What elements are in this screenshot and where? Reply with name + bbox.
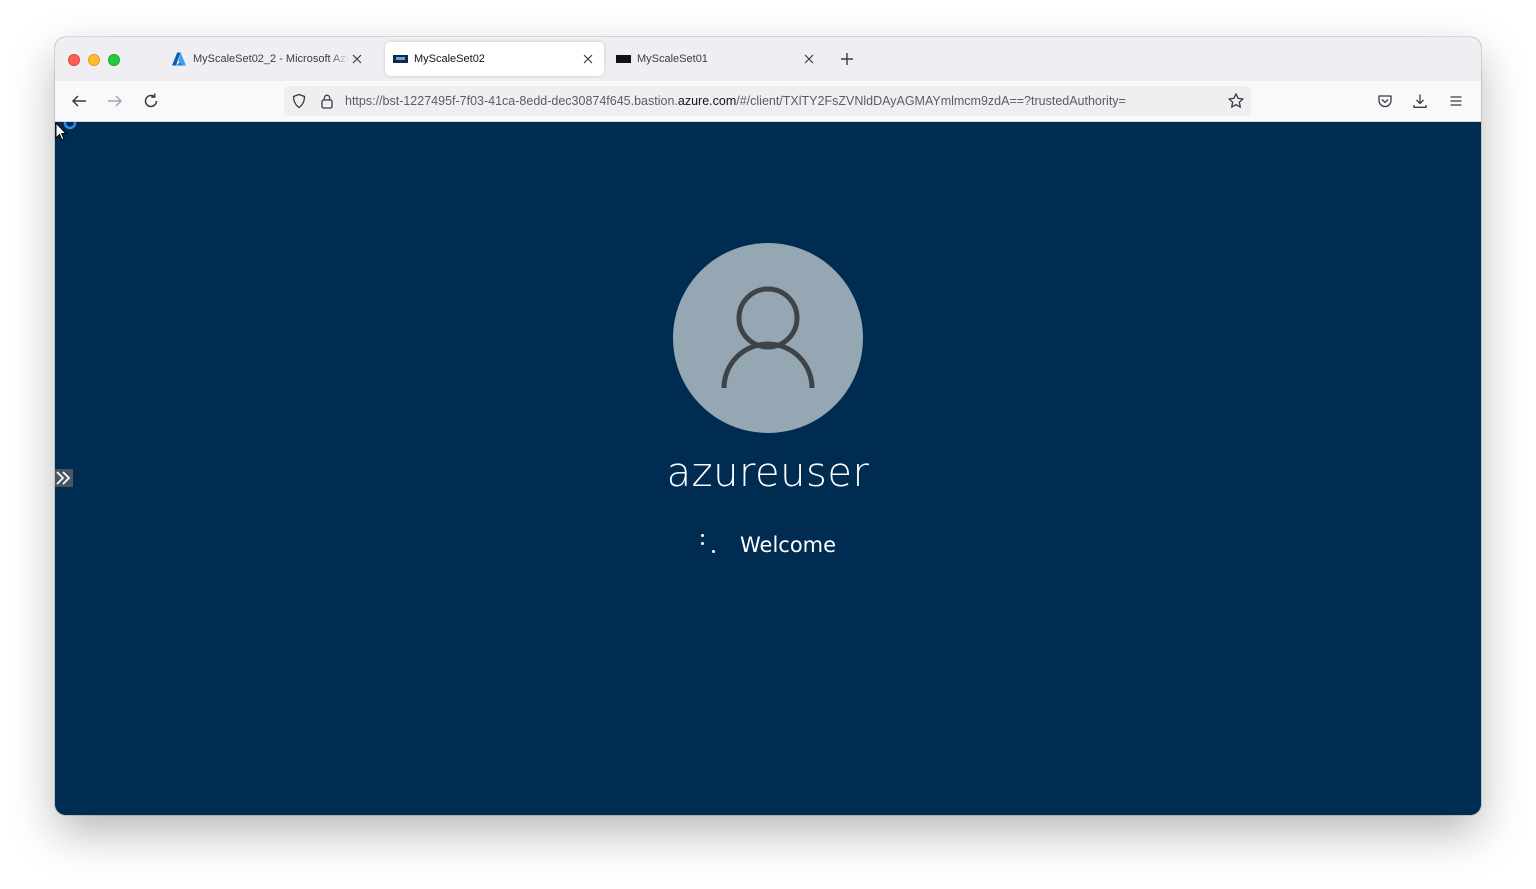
new-tab-icon[interactable] [838,50,856,68]
bastion-session-icon [616,55,631,63]
tab-myscaleset02-2-azure[interactable]: MyScaleSet02_2 - Microsoft Azure [163,42,373,76]
loading-spinner-icon [695,530,719,560]
username-label: azureuser [666,450,870,496]
navigation-toolbar: https://bst-1227495f-7f03-41ca-8edd-dec3… [55,81,1481,122]
downloads-icon[interactable] [1410,91,1430,111]
mouse-cursor-icon [55,122,77,141]
reload-icon[interactable] [141,91,161,111]
pocket-icon[interactable] [1375,91,1395,111]
bastion-session-icon [393,55,408,63]
tab-title: MyScaleSet02_2 - Microsoft Azure [193,53,349,65]
tracking-protection-shield-icon[interactable] [291,93,307,109]
forward-icon[interactable] [105,91,125,111]
tab-myscaleset02[interactable]: MyScaleSet02 [385,42,604,76]
close-tab-icon[interactable] [349,51,365,67]
tab-title: MyScaleSet02 [414,53,485,65]
close-tab-icon[interactable] [801,51,817,67]
url-text[interactable]: https://bst-1227495f-7f03-41ca-8edd-dec3… [345,94,1215,108]
address-bar[interactable]: https://bst-1227495f-7f03-41ca-8edd-dec3… [284,86,1251,116]
close-tab-icon[interactable] [580,51,596,67]
bookmark-star-icon[interactable] [1227,92,1245,110]
minimize-window-button[interactable] [88,54,100,66]
user-avatar [673,243,863,433]
close-window-button[interactable] [68,54,80,66]
url-prefix: https://bst-1227495f-7f03-41ca-8edd-dec3… [345,94,678,108]
menu-icon[interactable] [1446,91,1466,111]
tab-title: MyScaleSet01 [637,53,708,65]
user-silhouette-icon [721,286,815,389]
url-suffix: /#/client/TXlTY2FsZVNldDAyAGMAYmlmcm9zdA… [736,94,1126,108]
azure-logo-icon [172,52,186,66]
sign-in-status: Welcome [695,530,836,560]
tab-myscaleset01[interactable]: MyScaleSet01 [608,42,825,76]
browser-window: MyScaleSet02_2 - Microsoft Azure MyScale… [55,37,1481,815]
url-host: azure.com [677,94,737,108]
welcome-text: Welcome [740,533,837,557]
lock-icon[interactable] [319,93,335,109]
tab-bar: MyScaleSet02_2 - Microsoft Azure MyScale… [55,37,1481,81]
remote-session-view[interactable]: azureuser Welcome [55,122,1481,815]
back-icon[interactable] [69,91,89,111]
zoom-window-button[interactable] [108,54,120,66]
